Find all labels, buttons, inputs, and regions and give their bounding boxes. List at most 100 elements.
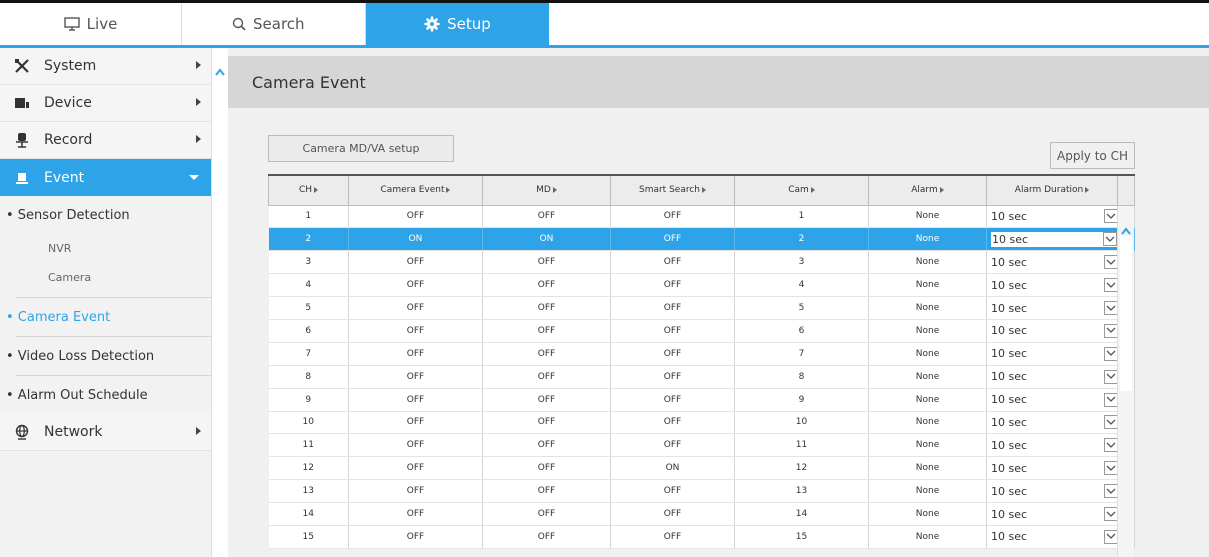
- alarm-duration-select[interactable]: 10 sec: [990, 254, 1118, 271]
- alarm-duration-select[interactable]: 10 sec: [990, 345, 1118, 362]
- sidebar-item-device[interactable]: Device: [0, 85, 211, 122]
- chevron-down-icon[interactable]: [1104, 415, 1118, 430]
- alarm-duration-select[interactable]: 10 sec: [990, 483, 1118, 500]
- cell-alarm-duration: 10 sec: [986, 479, 1118, 504]
- chevron-down-icon[interactable]: [1103, 232, 1117, 247]
- cell-alarm: None: [868, 250, 987, 275]
- tab-setup[interactable]: Setup: [366, 3, 549, 45]
- alarm-duration-select[interactable]: 10 sec: [990, 277, 1118, 294]
- column-header-cam[interactable]: Cam: [734, 174, 869, 206]
- chevron-down-icon[interactable]: [1104, 301, 1118, 315]
- submenu-nvr[interactable]: NVR: [0, 234, 211, 263]
- chevron-down-icon[interactable]: [1104, 323, 1118, 338]
- table-row[interactable]: 12 OFF OFF ON 12 None 10 sec: [268, 456, 1135, 481]
- cell-ch: 3: [268, 250, 349, 275]
- chevron-down-icon[interactable]: [1104, 255, 1118, 270]
- cell-md: OFF: [482, 296, 611, 320]
- column-header-camera-event[interactable]: Camera Event: [348, 174, 483, 206]
- alarm-duration-select[interactable]: 10 sec: [990, 300, 1118, 317]
- cell-smart-search: OFF: [610, 479, 735, 504]
- cell-cam: 10: [734, 411, 869, 435]
- cell-camera-event: OFF: [348, 342, 483, 366]
- sidebar-item-record[interactable]: Record: [0, 122, 211, 159]
- table-row[interactable]: 15 OFF OFF OFF 15 None 10 sec: [268, 525, 1135, 549]
- cell-md: OFF: [482, 205, 611, 229]
- chevron-down-icon[interactable]: [1104, 529, 1118, 544]
- cell-alarm-duration: 10 sec: [986, 525, 1118, 549]
- chevron-down-icon[interactable]: [1104, 209, 1118, 224]
- chevron-down-icon[interactable]: [1104, 461, 1118, 476]
- alarm-duration-select[interactable]: 10 sec: [990, 391, 1118, 408]
- camera-md-va-setup-button[interactable]: Camera MD/VA setup: [268, 135, 454, 162]
- sidebar-item-system[interactable]: System: [0, 48, 211, 85]
- alarm-duration-select[interactable]: 10 sec: [990, 528, 1118, 545]
- chevron-down-icon[interactable]: [1104, 346, 1118, 361]
- submenu-camera[interactable]: Camera: [0, 263, 211, 292]
- table-row[interactable]: 11 OFF OFF OFF 11 None 10 sec: [268, 433, 1135, 458]
- cell-alarm: None: [868, 456, 987, 481]
- table-row[interactable]: 6 OFF OFF OFF 6 None 10 sec: [268, 319, 1135, 343]
- chevron-down-icon[interactable]: [1104, 438, 1118, 453]
- cell-alarm: None: [868, 411, 987, 435]
- alarm-duration-select[interactable]: 10 sec: [990, 230, 1118, 248]
- sidebar-scroll-up-icon[interactable]: [213, 65, 227, 79]
- submenu-sensor-detection[interactable]: • Sensor Detection: [0, 196, 211, 234]
- chevron-down-icon[interactable]: [1104, 369, 1118, 384]
- alarm-duration-value: 10 sec: [991, 301, 1028, 315]
- alarm-duration-select[interactable]: 10 sec: [990, 414, 1118, 431]
- scroll-thumb[interactable]: [1120, 236, 1132, 391]
- table-row[interactable]: 14 OFF OFF OFF 14 None 10 sec: [268, 502, 1135, 526]
- cell-cam: 3: [734, 250, 869, 275]
- chevron-down-icon[interactable]: [1104, 392, 1118, 407]
- chevron-right-icon: [196, 135, 201, 143]
- tab-live[interactable]: Live: [0, 3, 182, 45]
- table-row[interactable]: 4 OFF OFF OFF 4 None 10 sec: [268, 273, 1135, 298]
- table-row[interactable]: 1 OFF OFF OFF 1 None 10 sec: [268, 205, 1135, 229]
- chevron-down-icon[interactable]: [1104, 484, 1118, 499]
- submenu-video-loss-detection[interactable]: • Video Loss Detection: [0, 337, 211, 375]
- cell-cam: 6: [734, 319, 869, 343]
- cell-ch: 2: [268, 227, 349, 252]
- column-header-md[interactable]: MD: [482, 174, 611, 206]
- column-header-alarm[interactable]: Alarm: [868, 174, 987, 206]
- table-scrollbar[interactable]: [1117, 206, 1134, 557]
- submenu-camera-event[interactable]: • Camera Event: [0, 298, 211, 336]
- cell-alarm: None: [868, 502, 987, 526]
- alarm-duration-value: 10 sec: [991, 324, 1028, 338]
- submenu-alarm-out-schedule[interactable]: • Alarm Out Schedule: [0, 376, 211, 414]
- sidebar-item-network[interactable]: Network: [0, 414, 211, 451]
- cell-ch: 4: [268, 273, 349, 298]
- cell-md: OFF: [482, 525, 611, 549]
- alarm-duration-select[interactable]: 10 sec: [990, 208, 1118, 225]
- table-row[interactable]: 13 OFF OFF OFF 13 None 10 sec: [268, 479, 1135, 504]
- alarm-duration-select[interactable]: 10 sec: [990, 322, 1118, 339]
- alarm-duration-select[interactable]: 10 sec: [990, 437, 1118, 454]
- table-row[interactable]: 8 OFF OFF OFF 8 None 10 sec: [268, 365, 1135, 389]
- table-row[interactable]: 2 ON ON OFF 2 None 10 sec: [268, 227, 1135, 252]
- table-row[interactable]: 10 OFF OFF OFF 10 None 10 sec: [268, 411, 1135, 435]
- chevron-down-icon[interactable]: [1104, 278, 1118, 293]
- alarm-duration-select[interactable]: 10 sec: [990, 506, 1118, 523]
- chevron-down-icon[interactable]: [1104, 507, 1118, 522]
- cell-alarm-duration: 10 sec: [986, 456, 1118, 481]
- cell-ch: 6: [268, 319, 349, 343]
- alarm-duration-select[interactable]: 10 sec: [990, 460, 1118, 477]
- apply-to-ch-button[interactable]: Apply to CH: [1050, 142, 1135, 169]
- cell-camera-event: OFF: [348, 388, 483, 412]
- table-row[interactable]: 5 OFF OFF OFF 5 None 10 sec: [268, 296, 1135, 320]
- page-title: Camera Event: [252, 72, 366, 92]
- sidebar-item-label: Event: [44, 169, 85, 186]
- alarm-duration-select[interactable]: 10 sec: [990, 368, 1118, 385]
- sidebar-item-event[interactable]: Event: [0, 159, 211, 196]
- column-header-ch[interactable]: CH: [268, 174, 349, 206]
- cell-camera-event: OFF: [348, 296, 483, 320]
- table-row[interactable]: 9 OFF OFF OFF 9 None 10 sec: [268, 388, 1135, 412]
- table-row[interactable]: 7 OFF OFF OFF 7 None 10 sec: [268, 342, 1135, 366]
- alarm-duration-value: 10 sec: [991, 438, 1028, 452]
- column-header-smart-search[interactable]: Smart Search: [610, 174, 735, 206]
- column-header-alarm-duration[interactable]: Alarm Duration: [986, 174, 1118, 206]
- column-header-scroll: [1117, 174, 1135, 206]
- cell-md: OFF: [482, 365, 611, 389]
- table-row[interactable]: 3 OFF OFF OFF 3 None 10 sec: [268, 250, 1135, 275]
- tab-search[interactable]: Search: [182, 3, 366, 45]
